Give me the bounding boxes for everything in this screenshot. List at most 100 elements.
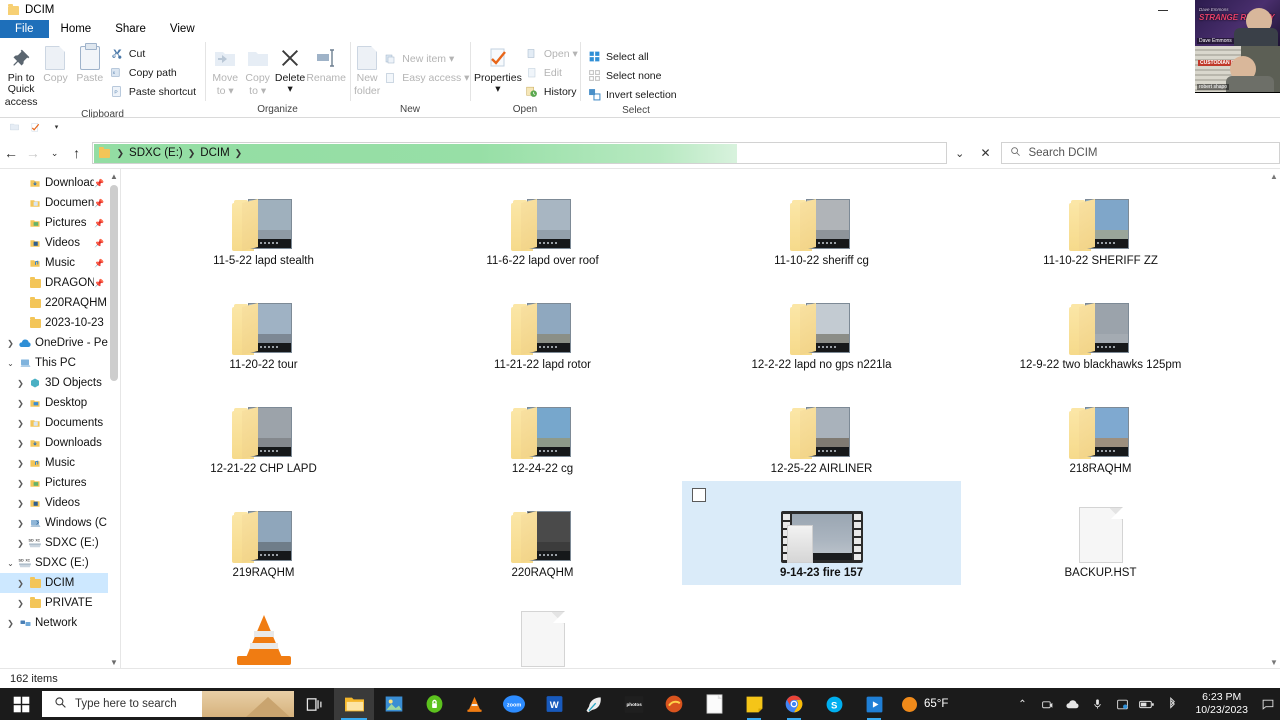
scrollbar-thumb[interactable] (110, 185, 118, 381)
taskbar-weather[interactable]: 65°F (902, 696, 948, 712)
file-item[interactable]: INDEX.DAT (403, 585, 682, 668)
copy-button[interactable]: Copy (38, 41, 72, 84)
qat-folder-icon[interactable] (8, 121, 21, 134)
file-item[interactable]: 11-21-22 lapd rotor (403, 273, 682, 377)
delete-button[interactable]: Delete ▾ (274, 41, 306, 95)
file-item[interactable]: 11-10-22 sheriff cg (682, 169, 961, 273)
battery-icon[interactable] (1136, 688, 1158, 720)
recent-locations-button[interactable]: ⌄ (44, 141, 66, 165)
move-to-button[interactable]: Move to ▾ (209, 41, 241, 97)
taskbar-app-app-green-lock[interactable] (414, 688, 454, 720)
sidebar-item-music[interactable]: ❯ Music (0, 453, 120, 473)
properties-button[interactable]: Properties ▾ (474, 41, 522, 94)
chevron-right-icon[interactable]: ❯ (14, 399, 27, 408)
file-item[interactable]: 12-9-22 two blackhawks 125pm (961, 273, 1240, 377)
easy-access-button[interactable]: Easy access ▾ (380, 68, 474, 87)
microphone-icon[interactable] (1086, 688, 1108, 720)
up-button[interactable]: ↑ (66, 141, 88, 165)
qat-customize-chevron-icon[interactable]: ▾ (50, 121, 63, 134)
invert-selection-button[interactable]: Invert selection (584, 85, 682, 104)
file-item[interactable]: BACKUP.HST (961, 481, 1240, 585)
back-button[interactable]: ← (0, 141, 22, 165)
file-item[interactable]: BACKUP (124, 585, 403, 668)
file-item[interactable]: 11-10-22 SHERIFF ZZ (961, 169, 1240, 273)
file-item[interactable]: 220RAQHM (403, 481, 682, 585)
taskbar-app-photos[interactable]: photos (614, 688, 654, 720)
taskbar-app-notepad[interactable] (694, 688, 734, 720)
chevron-right-icon[interactable]: ❯ (14, 579, 27, 588)
taskbar-app-app-feather[interactable] (574, 688, 614, 720)
address-dropdown-button[interactable]: ⌄ (947, 142, 973, 164)
open-button[interactable]: Open ▾ (522, 44, 583, 63)
sidebar-item-windows-c[interactable]: ❯ Windows (C:) (0, 513, 120, 533)
rename-button[interactable]: Rename (306, 41, 346, 84)
tab-home[interactable]: Home (48, 20, 104, 38)
taskbar-app-photo-viewer[interactable] (374, 688, 414, 720)
sidebar-item-music[interactable]: Music 📌 (0, 253, 120, 273)
taskbar-clock[interactable]: 6:23 PM 10/23/2023 (1187, 691, 1256, 717)
item-checkbox[interactable] (692, 488, 706, 502)
taskbar-app-microsoft-word[interactable]: W (534, 688, 574, 720)
chevron-right-icon[interactable]: ❯ (14, 479, 27, 488)
scroll-up-arrow-icon[interactable]: ▲ (108, 169, 120, 183)
file-item[interactable]: 11-20-22 tour (124, 273, 403, 377)
taskbar-app-movies-tv[interactable] (854, 688, 894, 720)
sidebar-item-onedrive-persona[interactable]: ❯OneDrive - Persona (0, 333, 120, 353)
camera-icon[interactable] (1036, 688, 1058, 720)
copy-to-button[interactable]: Copy to ▾ (241, 41, 273, 97)
copy-path-button[interactable]: x Copy path (107, 63, 201, 82)
tab-view[interactable]: View (158, 20, 207, 38)
sidebar-item-videos[interactable]: ❯ Videos (0, 493, 120, 513)
breadcrumb-bar[interactable]: ❯ SDXC (E:) ❯ DCIM ❯ (91, 142, 947, 164)
file-item[interactable]: 11-6-22 lapd over roof (403, 169, 682, 273)
sidebar-item-3d-objects[interactable]: ❯ 3D Objects (0, 373, 120, 393)
tab-file[interactable]: File (0, 20, 49, 38)
edit-button[interactable]: Edit (522, 63, 583, 82)
chevron-right-icon[interactable]: ❯ (14, 519, 27, 528)
address-stop-refresh-button[interactable]: ✕ (973, 142, 999, 164)
scroll-down-arrow-icon[interactable]: ▼ (108, 655, 120, 668)
taskbar-app-sticky-notes[interactable] (734, 688, 774, 720)
taskbar-app-vlc-media-player[interactable] (454, 688, 494, 720)
sidebar-item-pictures[interactable]: ❯ Pictures (0, 473, 120, 493)
forward-button[interactable]: → (22, 141, 44, 165)
task-view-button[interactable] (294, 688, 334, 720)
file-list-pane[interactable]: 11-5-22 lapd stealth 11-6-22 lapd over ro… (120, 169, 1280, 668)
search-input[interactable]: Search DCIM (1028, 147, 1097, 159)
start-button[interactable] (0, 688, 42, 720)
chevron-right-icon[interactable]: ❯ (4, 339, 17, 348)
content-scrollbar[interactable]: ▲ ▼ (1268, 169, 1280, 668)
content-scroll-down-arrow-icon[interactable]: ▼ (1268, 655, 1280, 668)
sidebar-item-sdxc-e[interactable]: ⌄ SD XC SDXC (E:) (0, 553, 120, 573)
sidebar-item-this-pc[interactable]: ⌄ This PC (0, 353, 120, 373)
pin-to-quick-access-button[interactable]: Pin to Quick access (4, 41, 38, 108)
chevron-right-icon[interactable]: ❯ (14, 599, 27, 608)
breadcrumb-item-drive[interactable]: SDXC (E:) (129, 147, 183, 159)
file-item[interactable]: 12-2-22 lapd no gps n221la (682, 273, 961, 377)
taskbar-app-zoom[interactable]: zoom (494, 688, 534, 720)
chevron-right-icon[interactable]: ❯ (14, 379, 27, 388)
chevron-down-icon[interactable]: ⌄ (4, 559, 17, 568)
select-none-button[interactable]: Select none (584, 66, 682, 85)
sidebar-item-downloads[interactable]: ❯ Downloads (0, 433, 120, 453)
chevron-right-icon[interactable]: ❯ (14, 439, 27, 448)
chevron-right-icon[interactable]: ❯ (14, 499, 27, 508)
taskbar-app-google-chrome[interactable] (774, 688, 814, 720)
paste-shortcut-button[interactable]: P Paste shortcut (107, 82, 201, 101)
file-item-selected[interactable]: 9-14-23 fire 157 (682, 481, 961, 585)
sidebar-item-dcim[interactable]: ❯ DCIM (0, 573, 120, 593)
cut-button[interactable]: Cut (107, 44, 201, 63)
sidebar-item-documents[interactable]: ❯ Documents (0, 413, 120, 433)
paste-button[interactable]: Paste (73, 41, 107, 84)
taskbar-app-file-explorer[interactable] (334, 688, 374, 720)
tab-share[interactable]: Share (103, 20, 158, 38)
show-hidden-icons-chevron-icon[interactable]: ⌃ (1011, 688, 1033, 720)
sidebar-item-220raqhm[interactable]: 220RAQHM (0, 293, 120, 313)
minimize-button[interactable] (1140, 0, 1185, 20)
file-item[interactable]: 11-5-22 lapd stealth (124, 169, 403, 273)
taskbar-search-input[interactable]: Type here to search (75, 698, 177, 710)
sidebar-item-2023-10-23[interactable]: 2023-10-23 (0, 313, 120, 333)
delete-dropdown-arrow[interactable]: ▾ (287, 84, 292, 95)
video-call-overlay[interactable]: Dave Emmons STRANGE REALITY Dave Emmons … (1195, 0, 1280, 93)
history-button[interactable]: History (522, 82, 583, 101)
